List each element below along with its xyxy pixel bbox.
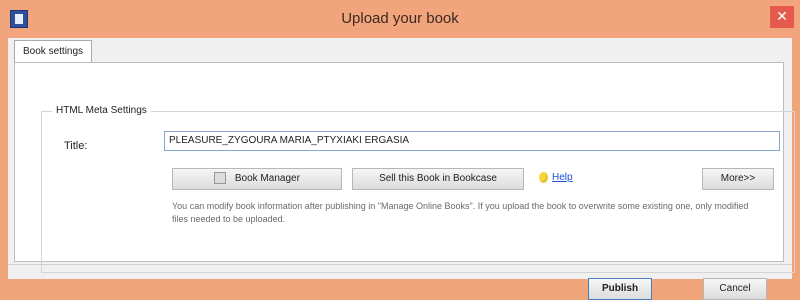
lightbulb-icon (539, 172, 548, 183)
book-manager-label: Book Manager (234, 173, 300, 184)
tab-strip: Book settings (8, 38, 792, 63)
title-bar: Upload your book ✕ (0, 0, 800, 38)
description-text: You can modify book information after pu… (172, 201, 749, 224)
publish-button[interactable]: Publish (588, 278, 652, 300)
more-button[interactable]: More>> (702, 168, 774, 190)
close-icon[interactable]: ✕ (770, 6, 794, 28)
dialog-client: Book settings HTML Meta Settings Title: … (8, 38, 795, 300)
window-title: Upload your book (341, 10, 459, 27)
settings-panel: HTML Meta Settings Title: PLEASURE_ZYGOU… (14, 62, 795, 273)
cancel-button[interactable]: Cancel (703, 278, 767, 300)
book-icon (214, 172, 227, 185)
tab-book-settings[interactable]: Book settings (14, 40, 93, 63)
sell-in-bookcase-button[interactable]: Sell this Book in Bookcase (352, 168, 524, 190)
title-input[interactable]: PLEASURE_ZYGOURA MARIA_PTYXIAKI ERGASIA (164, 131, 780, 151)
group-title: HTML Meta Settings (52, 105, 151, 116)
meta-settings-group: HTML Meta Settings Title: PLEASURE_ZYGOU… (41, 105, 795, 273)
book-manager-button[interactable]: Book Manager (172, 168, 342, 190)
footer-divider (8, 264, 792, 265)
title-label: Title: (64, 140, 88, 152)
help-link[interactable]: Help (539, 172, 573, 183)
help-label: Help (552, 172, 573, 184)
